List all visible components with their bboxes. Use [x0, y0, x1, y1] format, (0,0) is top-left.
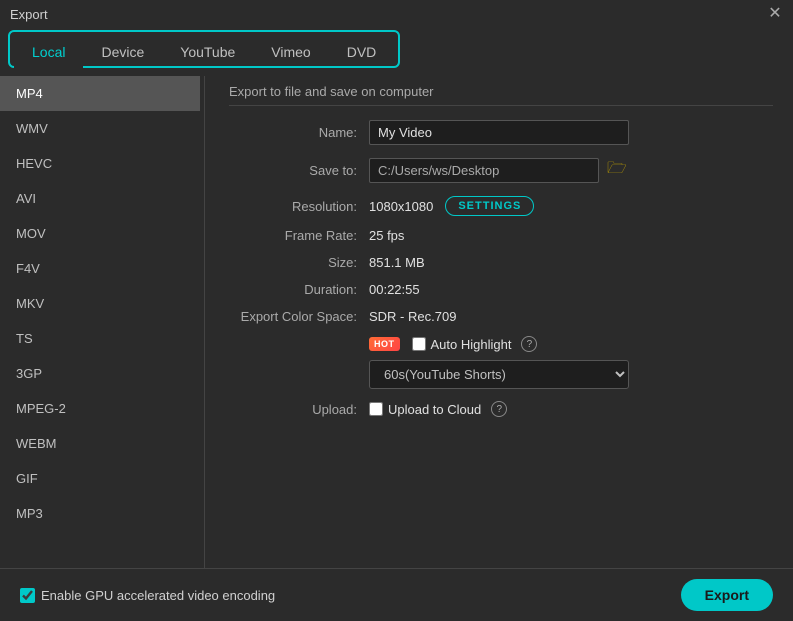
gpu-checkbox[interactable]: [20, 588, 35, 603]
sidebar-item-3gp[interactable]: 3GP: [0, 356, 200, 391]
bottom-bar: Enable GPU accelerated video encoding Ex…: [0, 568, 793, 621]
color-space-label: Export Color Space:: [229, 309, 369, 324]
sidebar-item-mkv[interactable]: MKV: [0, 286, 200, 321]
save-to-label: Save to:: [229, 163, 369, 178]
auto-highlight-help-icon[interactable]: ?: [521, 336, 537, 352]
sidebar-item-webm[interactable]: WEBM: [0, 426, 200, 461]
upload-row: Upload: Upload to Cloud ?: [229, 401, 773, 417]
frame-rate-label: Frame Rate:: [229, 228, 369, 243]
hot-badge: HOT: [369, 337, 400, 351]
resolution-row: Resolution: 1080x1080 SETTINGS: [229, 196, 773, 216]
sidebar-item-mp4[interactable]: MP4: [0, 76, 200, 111]
duration-value: 00:22:55: [369, 282, 420, 297]
tab-vimeo[interactable]: Vimeo: [253, 38, 328, 68]
sidebar-item-gif[interactable]: GIF: [0, 461, 200, 496]
gpu-label-text: Enable GPU accelerated video encoding: [41, 588, 275, 603]
upload-cloud-checkbox-label[interactable]: Upload to Cloud: [369, 402, 481, 417]
resolution-value: 1080x1080: [369, 199, 433, 214]
save-to-row: Save to: C:/Users/ws/Desktop 🗁: [229, 157, 773, 184]
frame-rate-row: Frame Rate: 25 fps: [229, 228, 773, 243]
auto-highlight-label: Auto Highlight: [431, 337, 512, 352]
export-window: Export ✕ Local Device YouTube Vimeo DVD …: [0, 0, 793, 621]
window-title: Export: [10, 7, 48, 22]
frame-rate-value: 25 fps: [369, 228, 404, 243]
sidebar-item-mp3[interactable]: MP3: [0, 496, 200, 531]
auto-highlight-checkbox-label[interactable]: Auto Highlight: [412, 337, 512, 352]
sidebar-item-ts[interactable]: TS: [0, 321, 200, 356]
upload-cloud-checkbox[interactable]: [369, 402, 383, 416]
tab-device[interactable]: Device: [83, 38, 162, 68]
format-sidebar: MP4 WMV HEVC AVI MOV F4V MKV TS 3GP MPEG…: [0, 76, 200, 568]
upload-label: Upload:: [229, 402, 369, 417]
highlight-duration-row: 60s(YouTube Shorts) 30s 15s: [369, 360, 773, 389]
upload-help-icon[interactable]: ?: [491, 401, 507, 417]
export-subtitle: Export to file and save on computer: [229, 84, 773, 106]
resolution-label: Resolution:: [229, 199, 369, 214]
main-content: MP4 WMV HEVC AVI MOV F4V MKV TS 3GP MPEG…: [0, 76, 793, 568]
title-bar: Export ✕: [0, 0, 793, 28]
resolution-content: 1080x1080 SETTINGS: [369, 196, 534, 216]
sidebar-item-hevc[interactable]: HEVC: [0, 146, 200, 181]
upload-cloud-label: Upload to Cloud: [388, 402, 481, 417]
upload-content: Upload to Cloud ?: [369, 401, 507, 417]
name-label: Name:: [229, 125, 369, 140]
duration-row: Duration: 00:22:55: [229, 282, 773, 297]
name-input[interactable]: [369, 120, 629, 145]
export-button[interactable]: Export: [681, 579, 773, 611]
color-space-row: Export Color Space: SDR - Rec.709: [229, 309, 773, 324]
tab-local[interactable]: Local: [14, 38, 83, 68]
tab-youtube[interactable]: YouTube: [162, 38, 253, 68]
color-space-value: SDR - Rec.709: [369, 309, 456, 324]
size-label: Size:: [229, 255, 369, 270]
sidebar-item-mpeg2[interactable]: MPEG-2: [0, 391, 200, 426]
auto-highlight-checkbox[interactable]: [412, 337, 426, 351]
sidebar-item-f4v[interactable]: F4V: [0, 251, 200, 286]
sidebar-item-wmv[interactable]: WMV: [0, 111, 200, 146]
settings-button[interactable]: SETTINGS: [445, 196, 534, 216]
gpu-label[interactable]: Enable GPU accelerated video encoding: [20, 588, 275, 603]
sidebar-divider: [204, 76, 205, 568]
size-value: 851.1 MB: [369, 255, 425, 270]
duration-label: Duration:: [229, 282, 369, 297]
auto-highlight-row: HOT Auto Highlight ?: [229, 336, 773, 352]
right-panel: Export to file and save on computer Name…: [209, 76, 793, 568]
name-row: Name:: [229, 120, 773, 145]
auto-highlight-content: HOT Auto Highlight ?: [369, 336, 537, 352]
highlight-duration-select[interactable]: 60s(YouTube Shorts) 30s 15s: [369, 360, 629, 389]
sidebar-item-avi[interactable]: AVI: [0, 181, 200, 216]
size-row: Size: 851.1 MB: [229, 255, 773, 270]
close-button[interactable]: ✕: [767, 6, 783, 22]
tab-bar: Local Device YouTube Vimeo DVD: [8, 30, 400, 68]
save-path-display: C:/Users/ws/Desktop: [369, 158, 599, 183]
sidebar-item-mov[interactable]: MOV: [0, 216, 200, 251]
folder-icon[interactable]: 🗁: [607, 157, 627, 184]
save-to-content: C:/Users/ws/Desktop 🗁: [369, 157, 627, 184]
tab-dvd[interactable]: DVD: [329, 38, 395, 68]
